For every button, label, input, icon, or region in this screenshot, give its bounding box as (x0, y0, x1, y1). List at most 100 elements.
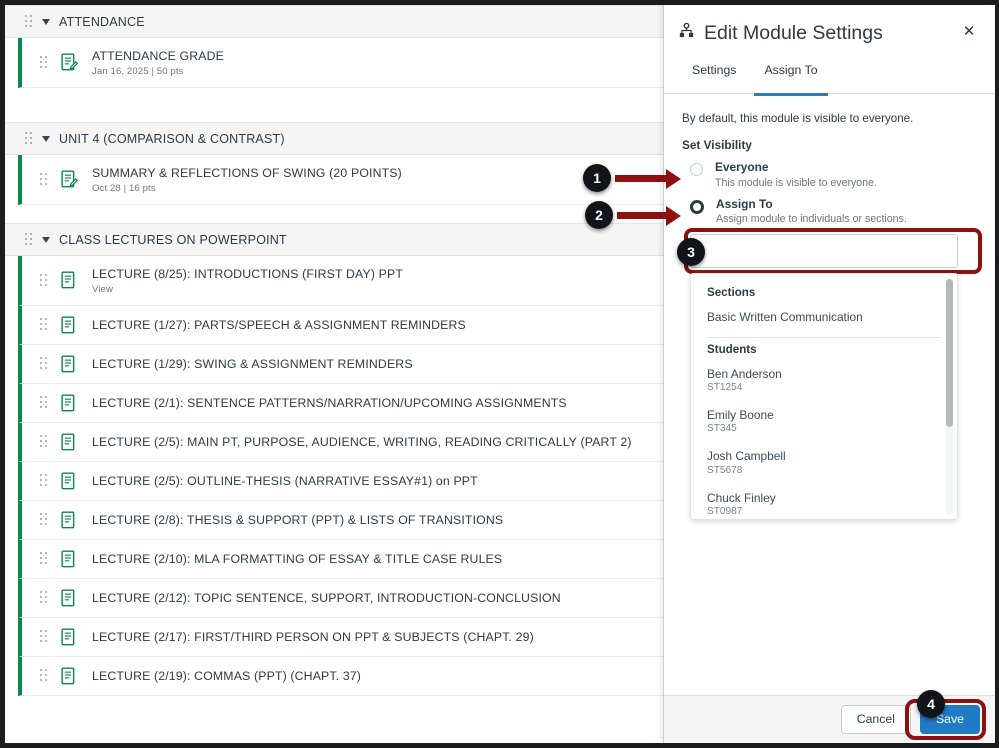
radio-assign-to[interactable] (690, 199, 704, 214)
visibility-option-assign-to[interactable]: Assign To Assign module to individuals or… (682, 197, 976, 226)
module-item[interactable]: LECTURE (2/5): MAIN PT, PURPOSE, AUDIENC… (18, 423, 663, 462)
module-item[interactable]: LECTURE (2/8): THESIS & SUPPORT (PPT) & … (18, 501, 663, 540)
chevron-down-icon[interactable] (42, 18, 50, 25)
drag-handle-icon[interactable] (40, 591, 48, 605)
page-icon (61, 549, 75, 567)
dropdown-option[interactable]: Josh Campbell ST5678 (691, 442, 957, 483)
module-item-title[interactable]: LECTURE (2/1): SENTENCE PATTERNS/NARRATI… (92, 395, 567, 412)
page-icon (61, 588, 75, 606)
module-item-title[interactable]: LECTURE (8/25): INTRODUCTIONS (FIRST DAY… (92, 266, 403, 283)
close-icon[interactable]: ✕ (958, 20, 980, 42)
page-title: Edit Module Settings (704, 21, 883, 44)
module-item[interactable]: LECTURE (2/5): OUTLINE-THESIS (NARRATIVE… (18, 462, 663, 501)
visibility-option-label: Everyone (715, 160, 769, 174)
drag-handle-icon[interactable] (40, 513, 48, 527)
assign-to-dropdown[interactable]: Sections Basic Written Communication Stude… (690, 273, 958, 521)
drag-handle-icon[interactable] (40, 55, 48, 70)
page-icon (61, 471, 75, 489)
tab-assign-to[interactable]: Assign To (750, 63, 831, 96)
drag-handle-icon[interactable] (25, 131, 33, 146)
module-item-title[interactable]: ATTENDANCE GRADE (92, 48, 224, 65)
assign-to-input[interactable] (690, 234, 958, 269)
visibility-option-desc: Assign module to individuals or sections… (716, 213, 907, 226)
page-icon (61, 627, 75, 645)
drag-handle-icon[interactable] (40, 552, 48, 566)
module-item-title[interactable]: LECTURE (2/12): TOPIC SENTENCE, SUPPORT,… (92, 590, 561, 607)
module-item-subtitle: Oct 28 | 16 pts (92, 183, 156, 195)
module-item-title[interactable]: LECTURE (2/17): FIRST/THIRD PERSON ON PP… (92, 629, 534, 646)
module: UNIT 4 (COMPARISON & CONTRAST) SUMMARY & … (5, 122, 663, 205)
visibility-hint: By default, this module is visible to ev… (682, 112, 914, 125)
callout-arrow-1 (615, 168, 681, 189)
callout-badge-4: 4 (917, 690, 945, 718)
radio-everyone[interactable] (690, 163, 703, 176)
module-item-title[interactable]: LECTURE (2/5): OUTLINE-THESIS (NARRATIVE… (92, 473, 478, 490)
chevron-down-icon[interactable] (42, 135, 50, 142)
drag-handle-icon[interactable] (25, 14, 33, 29)
module-item[interactable]: LECTURE (2/12): TOPIC SENTENCE, SUPPORT,… (18, 579, 663, 618)
module-item-text: SUMMARY & REFLECTIONS OF SWING (20 POINT… (92, 165, 402, 195)
dropdown-option-name: Basic Written Communication (707, 310, 863, 325)
module-item[interactable]: LECTURE (8/25): INTRODUCTIONS (FIRST DAY… (18, 256, 663, 306)
cancel-button[interactable]: Cancel (840, 704, 911, 735)
dropdown-option-id: ST0987 (707, 505, 743, 517)
module-item[interactable]: LECTURE (1/27): PARTS/SPEECH & ASSIGNMEN… (18, 306, 663, 345)
page-icon (61, 432, 75, 450)
module-item[interactable]: LECTURE (1/29): SWING & ASSIGNMENT REMIN… (18, 345, 663, 384)
dropdown-option[interactable]: Chuck Finley ST0987 (691, 484, 957, 520)
module-item-title[interactable]: LECTURE (1/29): SWING & ASSIGNMENT REMIN… (92, 356, 413, 373)
module-item-text: LECTURE (1/27): PARTS/SPEECH & ASSIGNMEN… (92, 317, 466, 334)
module-item-title[interactable]: LECTURE (2/19): COMMAS (PPT) (CHAPT. 37) (92, 668, 361, 685)
callout-badge-1: 1 (583, 164, 611, 192)
module-item-text: ATTENDANCE GRADE Jan 16, 2025 | 50 pts (92, 48, 224, 78)
tray-body: By default, this module is visible to ev… (664, 94, 994, 521)
visibility-options: Everyone This module is visible to everyo… (682, 160, 976, 226)
callout-badge-3: 3 (677, 238, 705, 266)
module-item[interactable]: LECTURE (2/19): COMMAS (PPT) (CHAPT. 37) (18, 657, 663, 696)
tab-settings[interactable]: Settings (678, 63, 750, 95)
screenshot-root: ATTENDANCE ATTENDANCE GRADE Jan 16, 2025 |… (0, 0, 999, 748)
drag-handle-icon[interactable] (40, 474, 48, 488)
drag-handle-icon[interactable] (40, 318, 48, 332)
dropdown-option-name: Chuck Finley (707, 490, 776, 505)
edit-module-settings-tray: Edit Module Settings ✕ Settings Assign To… (663, 5, 994, 743)
module-item-title[interactable]: LECTURE (2/8): THESIS & SUPPORT (PPT) & … (92, 512, 503, 529)
module-item[interactable]: LECTURE (2/10): MLA FORMATTING OF ESSAY … (18, 540, 663, 579)
page-icon (61, 510, 75, 528)
drag-handle-icon[interactable] (40, 273, 48, 288)
module-gap (5, 205, 663, 223)
window-frame-right (995, 0, 999, 748)
window-frame-bottom (0, 743, 999, 748)
module-item[interactable]: LECTURE (2/1): SENTENCE PATTERNS/NARRATI… (18, 384, 663, 423)
dropdown-option[interactable]: Ben Anderson ST1254 (691, 360, 957, 401)
module-item-text: LECTURE (2/5): OUTLINE-THESIS (NARRATIVE… (92, 473, 478, 490)
module-item-title[interactable]: LECTURE (2/5): MAIN PT, PURPOSE, AUDIENC… (92, 434, 632, 451)
module-title: UNIT 4 (COMPARISON & CONTRAST) (59, 131, 285, 146)
module-item-title[interactable]: LECTURE (2/10): MLA FORMATTING OF ESSAY … (92, 551, 502, 568)
drag-handle-icon[interactable] (40, 396, 48, 410)
drag-handle-icon[interactable] (40, 172, 48, 187)
module-item-title[interactable]: SUMMARY & REFLECTIONS OF SWING (20 POINT… (92, 165, 402, 182)
module-header[interactable]: UNIT 4 (COMPARISON & CONTRAST) (5, 122, 663, 155)
module-header[interactable]: ATTENDANCE (5, 5, 663, 38)
module-item-text: LECTURE (8/25): INTRODUCTIONS (FIRST DAY… (92, 266, 403, 296)
module-item[interactable]: LECTURE (2/17): FIRST/THIRD PERSON ON PP… (18, 618, 663, 657)
drag-handle-icon[interactable] (25, 232, 33, 247)
module-body: ATTENDANCE GRADE Jan 16, 2025 | 50 pts (5, 38, 663, 88)
module-header[interactable]: CLASS LECTURES ON POWERPOINT (5, 223, 663, 256)
assignment-icon (61, 53, 78, 71)
drag-handle-icon[interactable] (40, 435, 48, 449)
module-item[interactable]: ATTENDANCE GRADE Jan 16, 2025 | 50 pts (18, 38, 663, 88)
module-item[interactable]: SUMMARY & REFLECTIONS OF SWING (20 POINT… (18, 155, 663, 205)
dropdown-option[interactable]: Basic Written Communication (691, 303, 957, 332)
drag-handle-icon[interactable] (40, 669, 48, 683)
chevron-down-icon[interactable] (42, 236, 50, 243)
dropdown-option[interactable]: Emily Boone ST345 (691, 401, 957, 442)
module-gap (5, 88, 663, 122)
dropdown-scrollbar-thumb[interactable] (946, 279, 953, 428)
dropdown-option-id: ST345 (707, 423, 737, 435)
module-item-title[interactable]: LECTURE (1/27): PARTS/SPEECH & ASSIGNMEN… (92, 317, 466, 334)
drag-handle-icon[interactable] (40, 630, 48, 644)
visibility-option-everyone[interactable]: Everyone This module is visible to everyo… (682, 160, 976, 189)
drag-handle-icon[interactable] (40, 357, 48, 371)
